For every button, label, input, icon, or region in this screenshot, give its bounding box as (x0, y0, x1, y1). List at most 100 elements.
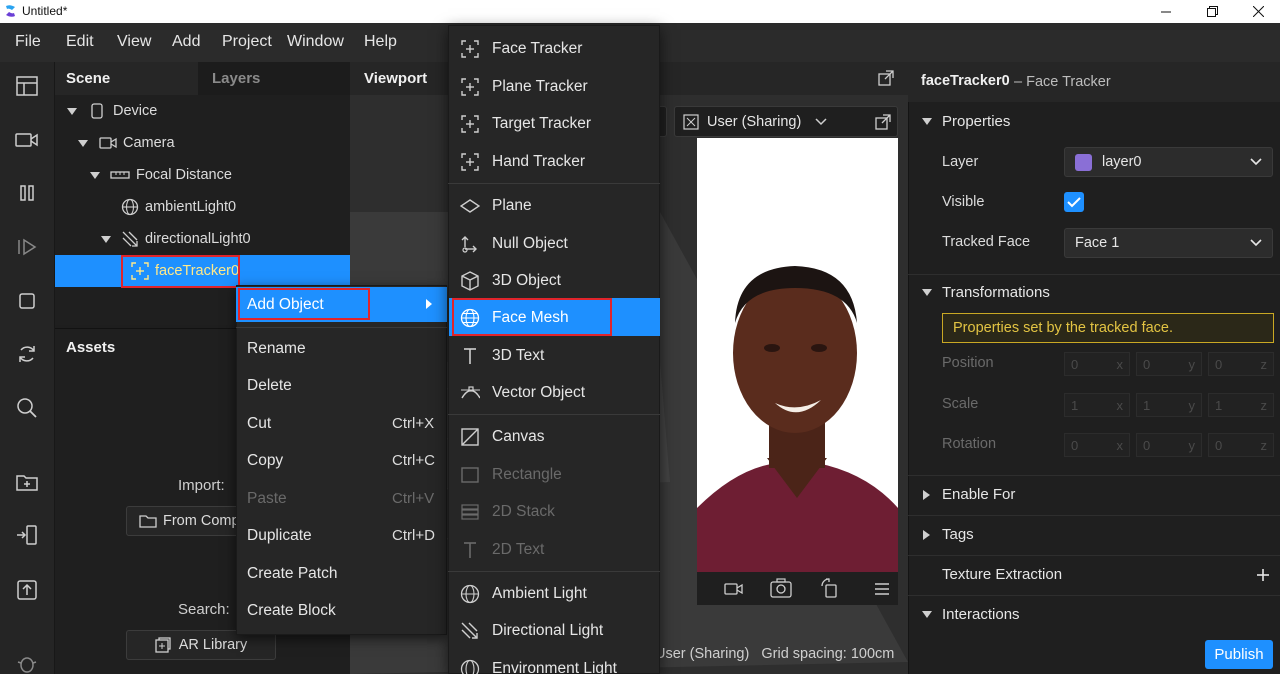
text-icon (460, 346, 480, 366)
tracked-face-label: Tracked Face (942, 234, 1031, 250)
tags-section-toggle[interactable]: Tags (922, 526, 974, 543)
visible-checkbox[interactable] (1064, 192, 1084, 212)
submenu-item-plane[interactable]: Plane (460, 187, 660, 224)
hamburger-menu-icon[interactable] (874, 582, 890, 596)
chevron-down-icon[interactable] (815, 117, 827, 127)
context-menu-item-copy[interactable]: Copy (247, 452, 283, 470)
menu-separator (236, 327, 447, 328)
submenu-item-target-tracker[interactable]: Target Tracker (460, 105, 660, 142)
pop-out-icon[interactable] (875, 114, 891, 130)
submenu-item-directional-light[interactable]: Directional Light (460, 612, 660, 649)
submenu-item-3d-text[interactable]: 3D Text (460, 337, 660, 374)
publish-button[interactable]: Publish (1205, 640, 1273, 669)
transformations-title: Transformations (942, 284, 1050, 301)
context-menu-item-cut[interactable]: Cut (247, 415, 271, 433)
minimize-button[interactable] (1143, 0, 1189, 23)
context-menu-item-create-block[interactable]: Create Block (247, 602, 336, 620)
viewport-title: Viewport (364, 70, 428, 87)
upload-icon[interactable] (12, 575, 42, 605)
submenu-item-hand-tracker[interactable]: Hand Tracker (460, 143, 660, 180)
context-menu-item-delete[interactable]: Delete (247, 377, 292, 395)
globe-icon (121, 198, 139, 216)
submenu-label: Directional Light (492, 621, 604, 639)
position-label: Position (942, 355, 994, 371)
layer-dropdown[interactable]: layer0 (1064, 147, 1273, 177)
assets-title: Assets (66, 339, 116, 356)
enable-for-section-toggle[interactable]: Enable For (922, 486, 1015, 503)
expand-triangle-icon[interactable] (101, 235, 111, 243)
cube-icon (460, 270, 480, 291)
layer-value: layer0 (1102, 154, 1142, 170)
scale-y-field: 1y (1136, 393, 1202, 417)
video-camera-icon[interactable] (12, 125, 42, 155)
menu-window[interactable]: Window (287, 33, 344, 51)
close-window-button[interactable] (1235, 0, 1280, 23)
tree-item-label: Focal Distance (136, 167, 232, 183)
screenshot-icon[interactable] (770, 578, 792, 598)
add-icon[interactable] (1256, 568, 1270, 582)
tree-item-device[interactable]: Device (67, 95, 157, 127)
tab-scene[interactable]: Scene (66, 70, 110, 87)
tracked-face-dropdown[interactable]: Face 1 (1064, 228, 1273, 258)
refresh-icon[interactable] (12, 339, 42, 369)
ruler-icon (110, 171, 130, 179)
folder-icon (139, 515, 157, 528)
tree-item-focal-distance[interactable]: Focal Distance (90, 159, 232, 191)
expand-triangle-icon[interactable] (90, 171, 100, 179)
menu-separator (448, 183, 660, 184)
collapse-triangle-icon (922, 118, 932, 125)
search-icon[interactable] (12, 393, 42, 423)
position-x-field: 0x (1064, 352, 1130, 376)
pause-icon[interactable] (12, 178, 42, 208)
menu-project[interactable]: Project (222, 33, 272, 51)
submenu-label: Target Tracker (492, 114, 592, 132)
bug-icon[interactable] (12, 648, 42, 674)
add-folder-icon[interactable] (12, 467, 42, 497)
interactions-section-toggle[interactable]: Interactions (922, 606, 1020, 623)
submenu-item-ambient-light[interactable]: Ambient Light (460, 575, 660, 612)
search-label: Search: (178, 601, 230, 618)
submenu-item-plane-tracker[interactable]: Plane Tracker (460, 68, 660, 105)
menu-view[interactable]: View (117, 33, 151, 51)
layer-label: Layer (942, 154, 979, 170)
context-menu-item-duplicate[interactable]: Duplicate (247, 527, 312, 545)
menu-help[interactable]: Help (364, 33, 397, 51)
tab-layers[interactable]: Layers (212, 70, 260, 87)
submenu-item-vector-object[interactable]: Vector Object (460, 374, 660, 411)
chevron-down-icon (1250, 158, 1262, 166)
layout-icon[interactable] (12, 71, 42, 101)
submenu-item-null-object[interactable]: Null Object (460, 225, 660, 262)
title-bar (0, 0, 1280, 23)
close-preview-icon[interactable] (683, 114, 699, 130)
expand-triangle-icon (923, 489, 930, 500)
tree-item-label: ambientLight0 (145, 199, 237, 215)
camera-icon (99, 137, 117, 149)
properties-section-toggle[interactable]: Properties (922, 113, 1010, 130)
from-computer-button[interactable]: From Comp (126, 506, 246, 536)
maximize-button[interactable] (1189, 0, 1235, 23)
pop-out-icon[interactable] (878, 70, 894, 86)
submenu-item-environment-light[interactable]: Environment Light (460, 650, 660, 674)
submenu-item-3d-object[interactable]: 3D Object (460, 262, 660, 299)
menu-add[interactable]: Add (172, 33, 200, 51)
tree-item-camera[interactable]: Camera (78, 127, 175, 159)
send-to-device-icon[interactable] (12, 520, 42, 550)
context-menu-item-create-patch[interactable]: Create Patch (247, 565, 337, 583)
shortcut-copy: Ctrl+C (392, 452, 435, 469)
context-menu-item-rename[interactable]: Rename (247, 340, 306, 358)
tree-item-ambient-light[interactable]: ambientLight0 (121, 191, 236, 223)
video-camera-icon[interactable] (724, 581, 744, 597)
menu-file[interactable]: File (15, 33, 41, 51)
menu-edit[interactable]: Edit (66, 33, 94, 51)
transformations-section-toggle[interactable]: Transformations (922, 284, 1050, 301)
step-forward-icon[interactable] (12, 232, 42, 262)
tracker-icon (460, 152, 480, 172)
tree-item-directional-light[interactable]: directionalLight0 (101, 223, 251, 255)
expand-triangle-icon[interactable] (78, 139, 88, 147)
stop-icon[interactable] (12, 286, 42, 316)
submenu-item-face-tracker[interactable]: Face Tracker (460, 30, 660, 67)
expand-triangle-icon[interactable] (67, 107, 77, 115)
simulator-mode[interactable]: User (Sharing) (707, 114, 801, 130)
submenu-item-canvas[interactable]: Canvas (460, 418, 660, 455)
rotate-device-icon[interactable] (820, 578, 838, 598)
